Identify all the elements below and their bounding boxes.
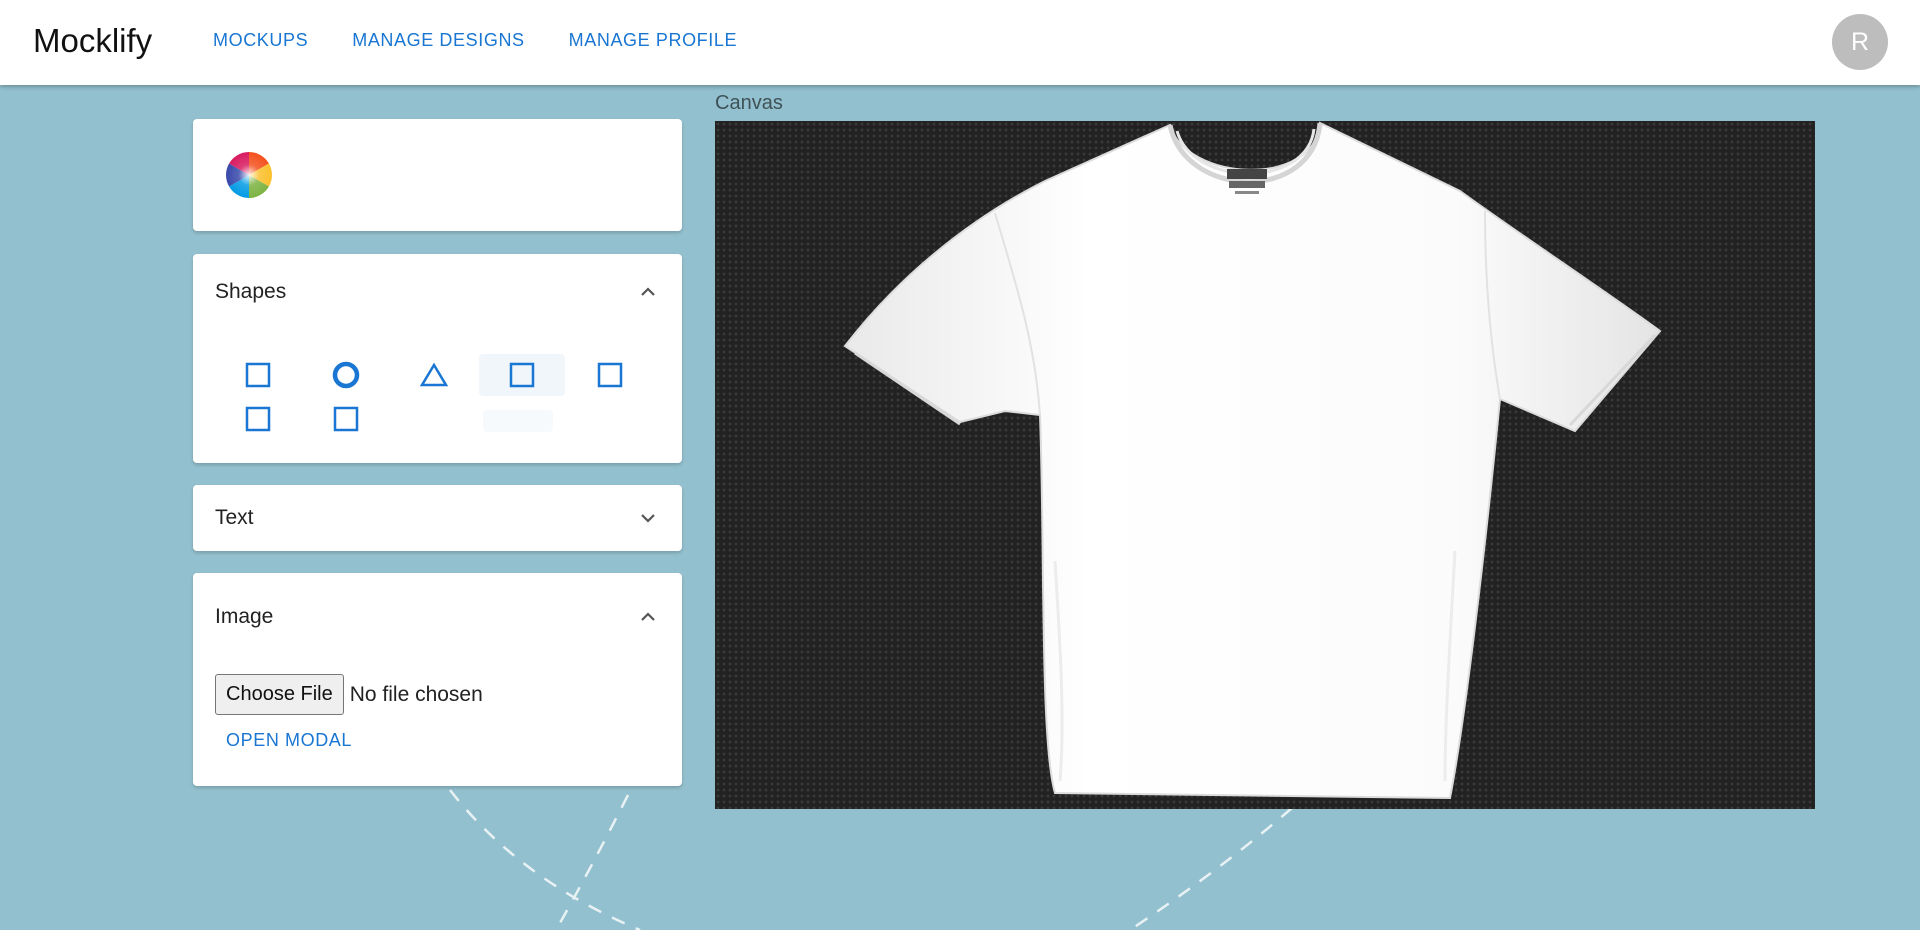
square-icon: [245, 406, 271, 432]
chevron-down-icon: [641, 514, 655, 523]
avatar[interactable]: R: [1832, 14, 1888, 70]
chevron-up-icon: [641, 612, 655, 621]
circle-icon: [332, 361, 360, 389]
square-icon: [509, 362, 535, 388]
app-bar: Mocklify MOCKUPS MANAGE DESIGNS MANAGE P…: [0, 0, 1920, 85]
canvas-label: Canvas: [715, 92, 783, 114]
open-modal-button[interactable]: OPEN MODAL: [226, 730, 352, 751]
text-panel-title: Text: [215, 506, 254, 529]
nav-manage-designs[interactable]: MANAGE DESIGNS: [352, 30, 524, 51]
file-input: Choose File No file chosen: [215, 674, 483, 715]
tshirt-image: [843, 121, 1662, 800]
triangle-icon: [419, 362, 449, 387]
shape-triangle-button[interactable]: [391, 354, 477, 396]
shape-square-button[interactable]: [567, 354, 653, 396]
shape-square-button[interactable]: [303, 398, 389, 440]
shape-square-button[interactable]: [215, 398, 301, 440]
brand-logo[interactable]: Mocklify: [33, 22, 152, 60]
shape-square-button[interactable]: [479, 354, 565, 396]
shape-hover-placeholder: [483, 410, 553, 432]
chevron-up-icon: [641, 287, 655, 296]
design-canvas[interactable]: [715, 121, 1815, 809]
choose-file-button[interactable]: Choose File: [215, 674, 344, 715]
text-panel: Text: [193, 485, 682, 551]
main-nav: MOCKUPS MANAGE DESIGNS MANAGE PROFILE: [213, 30, 737, 51]
square-icon: [245, 362, 271, 388]
shapes-panel: Shapes: [193, 254, 682, 463]
shape-square-button[interactable]: [215, 354, 301, 396]
color-picker-card: [193, 119, 682, 231]
nav-mockups[interactable]: MOCKUPS: [213, 30, 308, 51]
shapes-panel-header[interactable]: Shapes: [215, 274, 660, 310]
file-status-text: No file chosen: [349, 682, 483, 706]
square-icon: [597, 362, 623, 388]
text-panel-header[interactable]: Text: [215, 500, 660, 536]
shapes-panel-title: Shapes: [215, 280, 287, 303]
image-panel: Image Choose File No file chosen OPEN MO…: [193, 573, 682, 786]
image-panel-title: Image: [215, 605, 274, 628]
color-wheel-icon[interactable]: [225, 151, 273, 199]
square-icon: [333, 406, 359, 432]
shape-circle-button[interactable]: [303, 354, 389, 396]
image-panel-header[interactable]: Image: [215, 599, 660, 635]
nav-manage-profile[interactable]: MANAGE PROFILE: [569, 30, 737, 51]
